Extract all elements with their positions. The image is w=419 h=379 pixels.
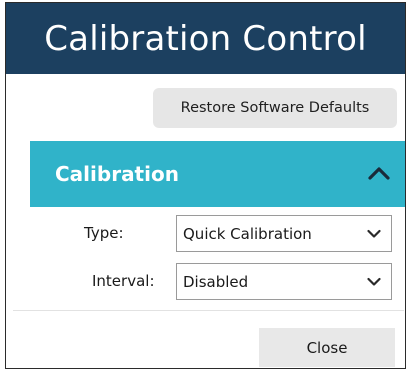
section-title: Calibration [55,162,179,186]
type-select[interactable]: Quick Calibration [176,215,392,252]
chevron-down-icon [367,229,381,238]
chevron-up-icon[interactable] [368,165,390,181]
type-label: Type: [84,224,124,242]
interval-select-value: Disabled [183,272,249,291]
calibration-control-window: Calibration Control Restore Software Def… [5,2,406,369]
interval-select[interactable]: Disabled [176,263,392,300]
window-title: Calibration Control [6,3,405,74]
calibration-section-header[interactable]: Calibration [30,141,405,207]
chevron-down-icon [367,277,381,286]
restore-software-defaults-button[interactable]: Restore Software Defaults [153,88,397,128]
close-button[interactable]: Close [259,328,395,367]
type-select-value: Quick Calibration [183,224,312,243]
divider [13,310,404,311]
interval-label: Interval: [92,272,155,290]
